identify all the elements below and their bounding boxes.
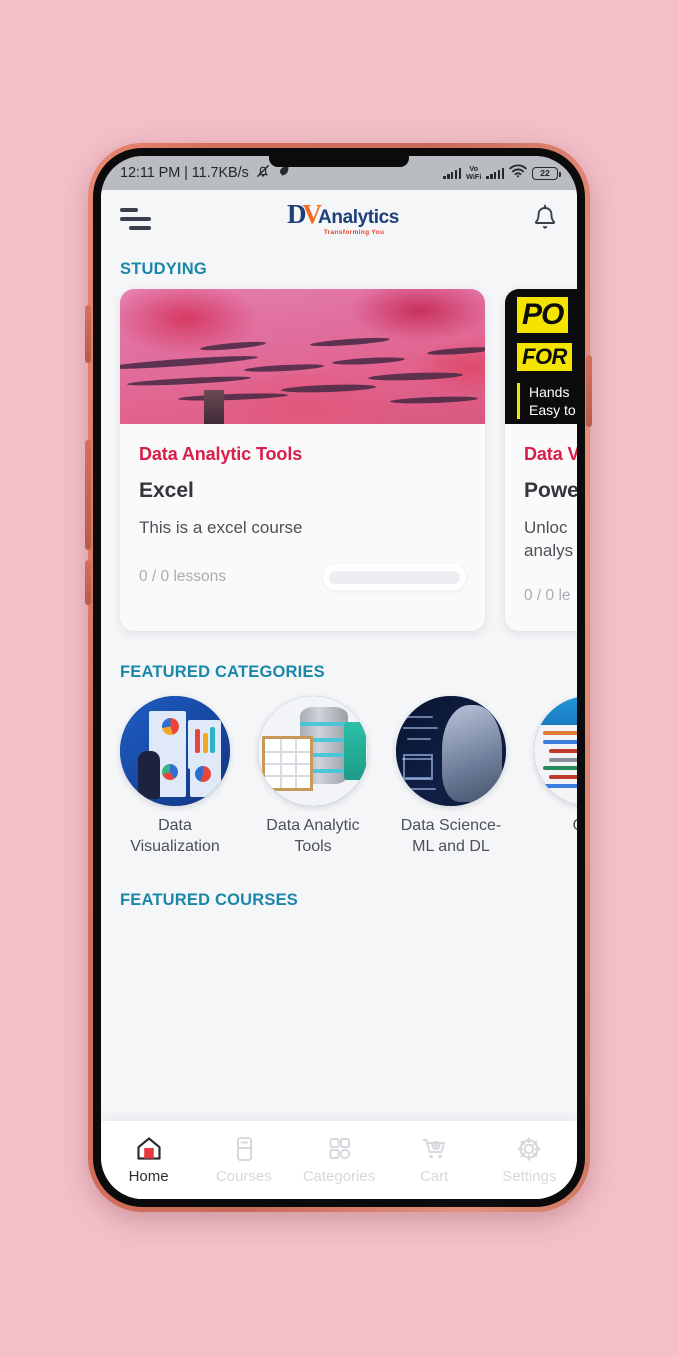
category-label: Data Analytic Tools xyxy=(266,817,360,855)
section-title-studying: STUDYING xyxy=(120,260,207,278)
hamburger-menu-icon[interactable] xyxy=(120,207,154,231)
bell-icon[interactable] xyxy=(532,204,558,234)
course-category-label: Data V xyxy=(524,444,577,464)
category-item-data-visualization[interactable]: Data Visualization xyxy=(120,696,230,857)
tab-settings[interactable]: Settings xyxy=(484,1135,574,1185)
course-description-line-1: Unloc xyxy=(524,518,568,537)
code-editor-image xyxy=(534,696,577,806)
grid-icon xyxy=(324,1135,354,1163)
tab-courses[interactable]: Courses xyxy=(199,1135,289,1185)
robot-formulas-image xyxy=(396,696,506,806)
course-lessons-count: 0 / 0 lessons xyxy=(139,568,227,585)
logo-wordmark: D V Analytics xyxy=(287,201,399,228)
poster-subheadline: FOR xyxy=(517,343,572,371)
course-card-body: Data Analytic Tools Excel This is a exce… xyxy=(120,424,485,616)
signal-bars-sim1-icon xyxy=(443,167,461,179)
home-icon xyxy=(134,1135,164,1163)
course-category-label: Data Analytic Tools xyxy=(139,444,303,464)
status-bar-right: Vo WiFi 22 xyxy=(443,164,562,183)
power-button[interactable] xyxy=(586,355,592,427)
volume-up-button[interactable] xyxy=(85,305,91,363)
mute-bell-icon xyxy=(255,163,271,183)
section-title-featured-categories: FEATURED CATEGORIES xyxy=(120,663,325,681)
volume-down-button[interactable] xyxy=(85,440,91,550)
tab-label: Courses xyxy=(215,1168,272,1185)
vowifi-label: Vo WiFi xyxy=(465,164,482,181)
hero-pillar xyxy=(203,390,224,424)
screen-notch xyxy=(269,156,409,167)
dashboard-charts-image xyxy=(120,696,230,806)
course-card[interactable]: Data Analytic Tools Excel This is a exce… xyxy=(120,289,485,631)
wifi-icon xyxy=(509,164,527,183)
category-item-data-analytic-tools[interactable]: Data Analytic Tools xyxy=(258,696,368,857)
screenshot-stage: 12:11 PM | 11.7KB/s Vo WiFi 22 D V Analy… xyxy=(0,0,678,1357)
course-card-footer: 0 / 0 lessons xyxy=(139,564,466,590)
category-label: Data Visualization xyxy=(130,817,220,855)
status-time-and-datarate: 12:11 PM | 11.7KB/s xyxy=(120,165,249,181)
course-lessons-count: 0 / 0 le xyxy=(524,587,571,604)
category-item-data-science[interactable]: Data Science-ML and DL xyxy=(396,696,506,857)
category-item-coding[interactable]: Codi xyxy=(534,696,577,857)
tab-categories[interactable]: Categories xyxy=(294,1135,384,1185)
tab-label: Settings xyxy=(502,1168,557,1185)
book-icon xyxy=(229,1135,259,1163)
category-label: Data Science-ML and DL xyxy=(400,817,502,855)
poster-bullets: Hands Easy to xyxy=(517,383,577,419)
app-logo: D V Analytics Transforming You xyxy=(287,201,399,237)
database-spreadsheet-image xyxy=(258,696,368,806)
course-title: Powe xyxy=(524,479,577,502)
cart-plus-icon xyxy=(419,1135,449,1163)
battery-indicator: 22 xyxy=(532,166,562,180)
category-label: Codi xyxy=(534,815,577,836)
status-bar-left: 12:11 PM | 11.7KB/s xyxy=(120,163,291,183)
logo-tagline: Transforming You xyxy=(323,229,385,237)
tab-home[interactable]: Home xyxy=(104,1135,194,1185)
course-hero-image: PO FOR Hands Easy to xyxy=(505,289,577,424)
poster-bullet-2: Easy to xyxy=(529,402,576,418)
course-card[interactable]: PO FOR Hands Easy to Data V Powe Unloc a… xyxy=(505,289,577,631)
power-bi-poster: PO FOR Hands Easy to xyxy=(505,289,577,424)
course-progress-fill xyxy=(329,570,460,584)
sunset-sky-image xyxy=(120,289,485,424)
course-title: Excel xyxy=(139,479,194,502)
tab-label: Home xyxy=(128,1168,169,1185)
course-card-footer: 0 / 0 le xyxy=(524,587,577,605)
tab-label: Cart xyxy=(419,1168,449,1185)
poster-bullet-1: Hands xyxy=(529,384,570,400)
phone-screen: 12:11 PM | 11.7KB/s Vo WiFi 22 D V Analy… xyxy=(101,156,577,1199)
bottom-tab-bar[interactable]: Home Courses Categories Cart Settings xyxy=(101,1121,577,1199)
signal-bars-sim2-icon xyxy=(486,167,504,179)
tab-cart[interactable]: Cart xyxy=(389,1135,479,1185)
scroll-body[interactable]: STUDYING Data Analytic Tools Excel This … xyxy=(101,248,577,1199)
logo-analytics-text: Analytics xyxy=(318,207,399,229)
course-hero-image xyxy=(120,289,485,424)
course-card-body: Data V Powe Unloc analys 0 / 0 le xyxy=(505,424,577,631)
poster-headline: PO xyxy=(517,297,569,333)
course-progress-bar xyxy=(323,564,466,590)
studying-carousel[interactable]: Data Analytic Tools Excel This is a exce… xyxy=(101,289,577,631)
course-description-line-2: analys xyxy=(524,541,574,560)
tab-label: Categories xyxy=(302,1168,376,1185)
side-button-extra[interactable] xyxy=(85,560,91,605)
gear-icon xyxy=(514,1135,544,1163)
app-header: D V Analytics Transforming You xyxy=(101,190,577,248)
course-description: Unloc analys xyxy=(524,516,577,562)
featured-categories-list[interactable]: Data Visualization Data Analytic Tools D… xyxy=(101,692,577,857)
section-title-featured-courses: FEATURED COURSES xyxy=(120,891,298,909)
course-description: This is a excel course xyxy=(139,518,303,537)
